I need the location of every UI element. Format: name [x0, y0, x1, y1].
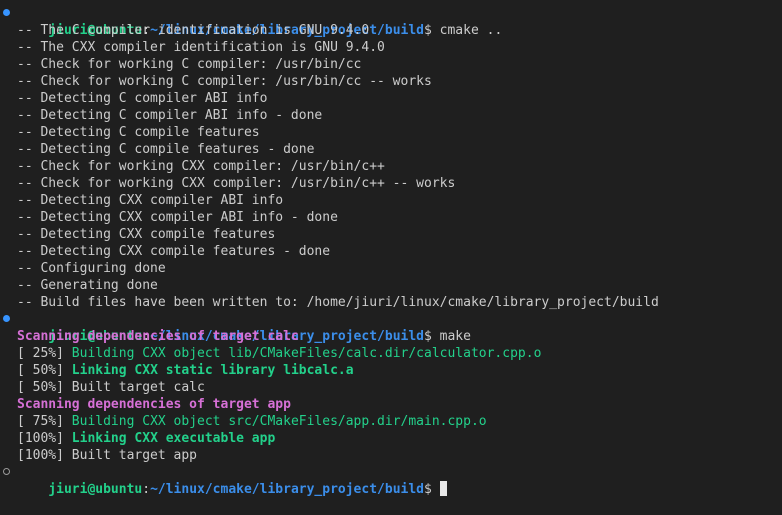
progress-percent: [ 25%]	[17, 346, 72, 361]
output-line: -- Check for working C compiler: /usr/bi…	[17, 57, 362, 72]
link-line: [ 50%] Linking CXX static library libcal…	[0, 362, 782, 379]
command-decoration-icon[interactable]	[3, 315, 10, 322]
output-line: -- The CXX compiler identification is GN…	[17, 40, 385, 55]
build-text: Building CXX object lib/CMakeFiles/calc.…	[71, 346, 542, 361]
link-text: Linking CXX static library libcalc.a	[71, 363, 354, 378]
terminal-panel[interactable]: jiuri@ubuntu:~/linux/cmake/library_proje…	[0, 5, 782, 497]
prompt-line-cmake: jiuri@ubuntu:~/linux/cmake/library_proje…	[0, 5, 782, 38]
command-decoration-icon[interactable]	[3, 9, 10, 16]
built-line: [100%] Built target app	[17, 448, 198, 463]
output-line: -- Detecting CXX compiler ABI info	[17, 193, 284, 208]
output-line: -- Detecting CXX compile features	[17, 227, 276, 242]
output-line: -- Detecting C compile features	[17, 125, 260, 140]
prompt-line-make: jiuri@ubuntu:~/linux/cmake/library_proje…	[0, 311, 782, 344]
progress-percent: [ 50%]	[17, 363, 72, 378]
build-line: [ 75%] Building CXX object src/CMakeFile…	[0, 413, 782, 430]
progress-percent: [ 75%]	[17, 414, 72, 429]
output-line: -- Check for working CXX compiler: /usr/…	[17, 159, 385, 174]
output-line: -- Check for working C compiler: /usr/bi…	[17, 74, 432, 89]
build-text: Building CXX object src/CMakeFiles/app.d…	[71, 414, 487, 429]
progress-percent: [100%]	[17, 431, 72, 446]
output-line: -- Detecting CXX compile features - done	[17, 244, 331, 259]
build-line: [ 25%] Building CXX object lib/CMakeFile…	[0, 345, 782, 362]
prompt-colon: :	[142, 482, 151, 497]
prompt-user-host: jiuri@ubuntu	[48, 482, 143, 497]
output-line: -- Configuring done	[17, 261, 166, 276]
output-line: -- The C compiler identification is GNU …	[17, 23, 370, 38]
prompt-line-current[interactable]: jiuri@ubuntu:~/linux/cmake/library_proje…	[0, 464, 782, 497]
scan-line: Scanning dependencies of target calc	[17, 329, 299, 344]
output-line: -- Build files have been written to: /ho…	[17, 295, 659, 310]
scan-line: Scanning dependencies of target app	[17, 397, 291, 412]
output-line: -- Detecting CXX compiler ABI info - don…	[17, 210, 338, 225]
output-line: -- Check for working CXX compiler: /usr/…	[17, 176, 456, 191]
output-line: -- Detecting C compiler ABI info	[17, 91, 268, 106]
built-line: [ 50%] Built target calc	[17, 380, 205, 395]
output-line: -- Detecting C compiler ABI info - done	[17, 108, 323, 123]
link-line: [100%] Linking CXX executable app	[0, 430, 782, 447]
output-line: -- Generating done	[17, 278, 158, 293]
output-line: -- Detecting C compile features - done	[17, 142, 315, 157]
prompt-path: ~/linux/cmake/library_project/build	[150, 482, 424, 497]
command-decoration-icon[interactable]	[3, 468, 10, 475]
link-text: Linking CXX executable app	[71, 431, 276, 446]
prompt-dollar: $	[424, 482, 440, 497]
